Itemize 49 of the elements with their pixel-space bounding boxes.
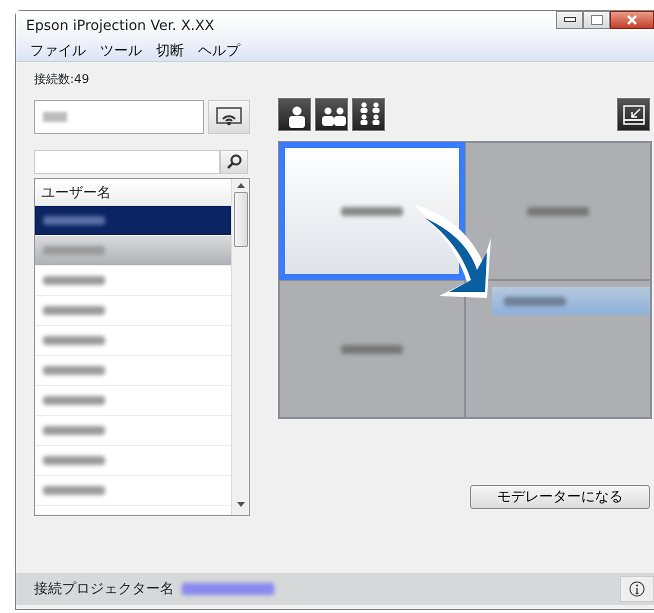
exit-fullscreen-button[interactable] [617, 98, 650, 131]
curved-arrow-icon [413, 204, 491, 298]
blurred-name [43, 486, 105, 495]
exit-fullscreen-icon [622, 104, 644, 124]
projector-quadrant[interactable] [465, 142, 651, 280]
menu-item[interactable]: ファイル [30, 40, 86, 62]
blurred-name [504, 296, 566, 306]
menu-item[interactable]: 切断 [156, 40, 184, 62]
blurred-name [43, 426, 105, 435]
search-field[interactable] [34, 150, 220, 174]
menu-item[interactable]: ヘルプ [198, 40, 240, 62]
blurred-name [43, 306, 105, 315]
blurred-name [43, 276, 105, 285]
blurred-name [43, 366, 105, 375]
blurred-name [43, 396, 105, 405]
name-field[interactable] [34, 100, 204, 134]
window-title: Epson iProjection Ver. X.XX [26, 16, 214, 36]
minimize-button[interactable] [556, 11, 583, 29]
blurred-name [43, 246, 105, 255]
close-button[interactable] [610, 11, 654, 29]
search-icon [226, 154, 242, 170]
projector-quadrant[interactable] [465, 280, 651, 418]
blurred-name [527, 206, 589, 216]
close-icon [626, 14, 638, 26]
layout-button[interactable] [278, 98, 311, 131]
scroll-up-arrow-icon[interactable] [236, 183, 244, 188]
projector-quadrant[interactable] [279, 142, 465, 280]
maximize-icon [590, 15, 602, 25]
blurred-name [43, 216, 105, 225]
scrollbar-thumb[interactable] [234, 192, 248, 247]
blurred-name [341, 206, 403, 216]
projector-button[interactable] [208, 100, 250, 134]
menu-item[interactable]: ツール [100, 40, 142, 62]
projector-name-label: 接続プロジェクター名 [34, 580, 174, 598]
scroll-down-arrow-icon[interactable] [236, 502, 244, 507]
blurred-name [341, 344, 403, 354]
search-button[interactable] [220, 150, 248, 174]
minimize-icon [564, 17, 576, 23]
info-button[interactable] [620, 576, 654, 602]
blurred-name [43, 336, 105, 345]
wireless-screen-icon [216, 107, 242, 127]
blurred-name [43, 456, 105, 465]
layout-button[interactable] [352, 98, 385, 131]
user-row[interactable] [35, 206, 231, 236]
moderator-button[interactable]: モデレーターになる [470, 485, 650, 509]
projector-quadrant[interactable] [279, 280, 465, 418]
info-icon [629, 581, 645, 597]
connection-count: 接続数:49 [34, 71, 90, 88]
layout-button[interactable] [315, 98, 348, 131]
